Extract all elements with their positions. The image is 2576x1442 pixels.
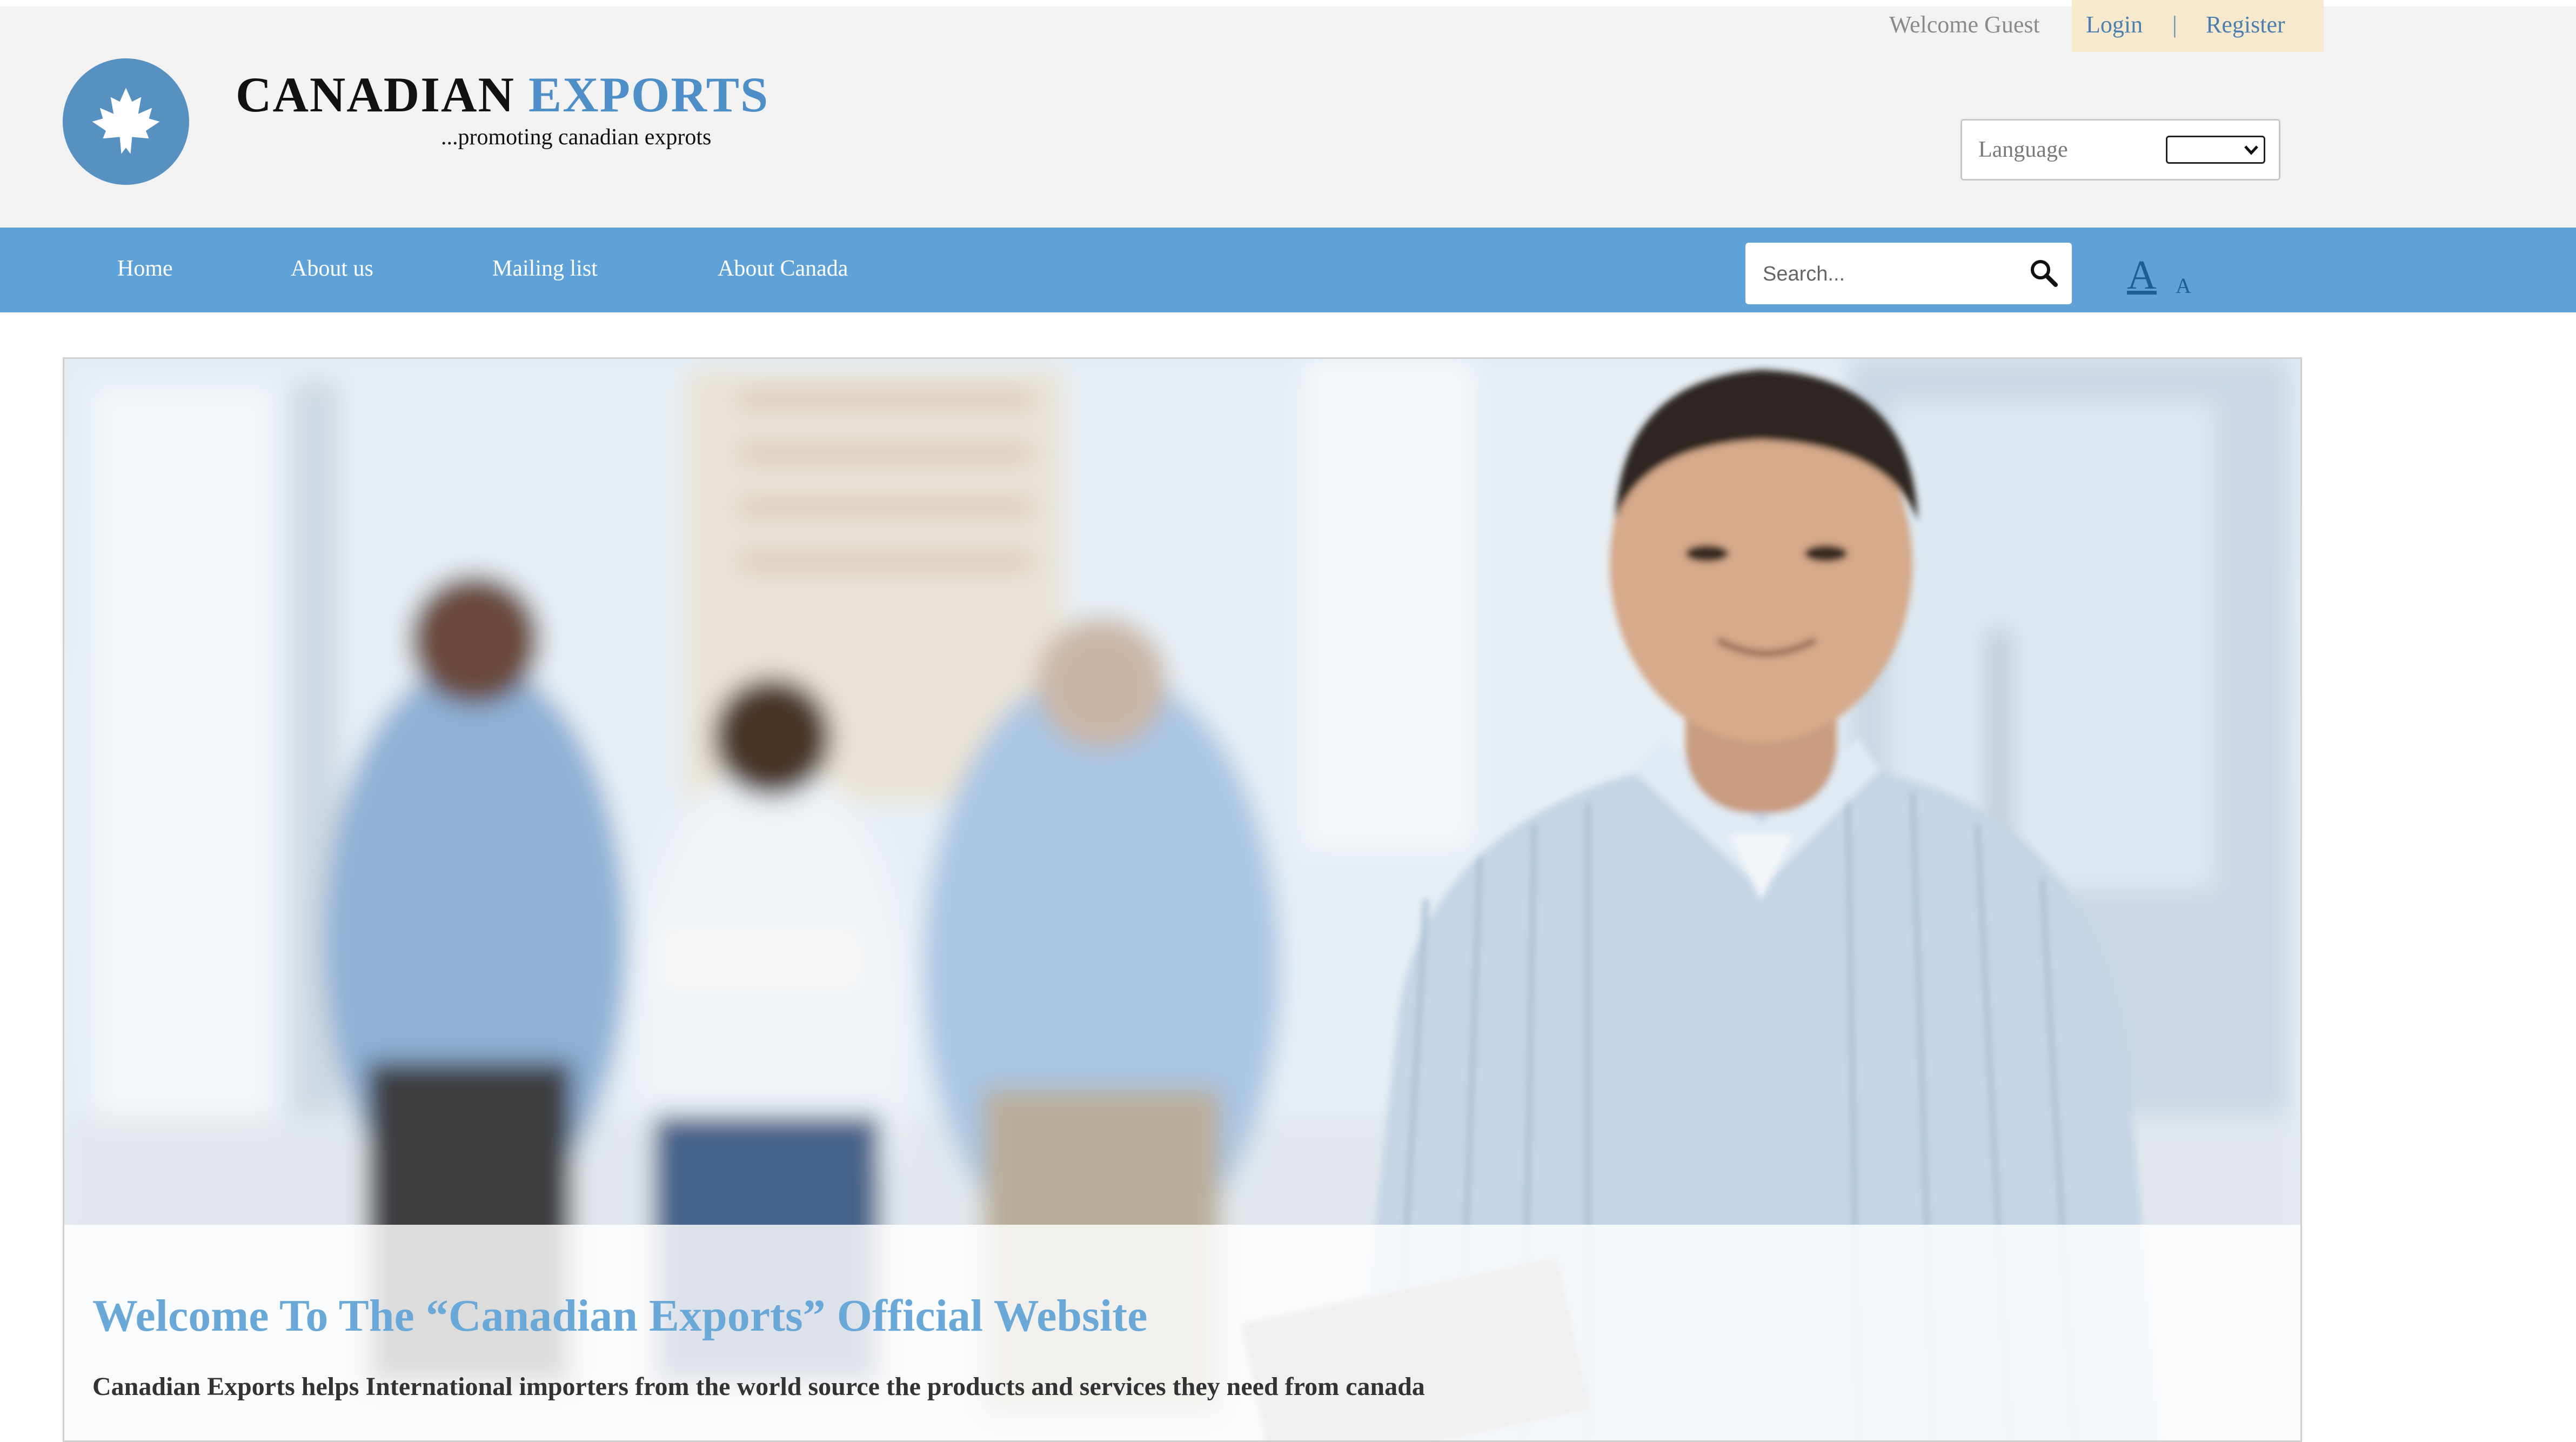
nav-item-about-us[interactable]: About us — [291, 256, 373, 282]
font-size-small-button[interactable]: A — [2176, 275, 2191, 297]
nav-item-about-canada[interactable]: About Canada — [718, 256, 848, 282]
brand-title-part2: EXPORTS — [528, 67, 770, 122]
brand-title-part1: CANADIAN — [236, 67, 515, 122]
search-input[interactable] — [1762, 258, 2023, 290]
chevron-down-icon — [2244, 145, 2258, 155]
language-selector: Language — [1961, 119, 2280, 181]
brand-title: CANADIAN EXPORTS — [236, 66, 769, 123]
brand-tagline: ...promoting canadian exprots — [441, 125, 712, 150]
maple-leaf-icon — [92, 88, 160, 154]
site-logo[interactable] — [63, 58, 189, 185]
language-dropdown[interactable] — [2166, 136, 2265, 164]
font-size-large-button[interactable]: A — [2127, 255, 2157, 296]
link-separator: | — [2172, 11, 2177, 38]
hero-description: Canadian Exports helps International imp… — [92, 1372, 1425, 1401]
hero-banner: Welcome To The “Canadian Exports” Offici… — [63, 357, 2302, 1442]
hero-caption: Welcome To The “Canadian Exports” Offici… — [64, 1225, 2300, 1440]
main-nav: Home About us Mailing list About Canada … — [0, 228, 2576, 312]
search-box — [1745, 243, 2072, 304]
search-icon[interactable] — [2028, 257, 2060, 289]
nav-item-mailing-list[interactable]: Mailing list — [492, 256, 598, 282]
site-header: Welcome Guest Login | Register CANADIAN … — [0, 0, 2576, 228]
welcome-text: Welcome Guest — [1889, 11, 2040, 38]
hero-title: Welcome To The “Canadian Exports” Offici… — [92, 1291, 1148, 1341]
login-link[interactable]: Login — [2086, 11, 2143, 38]
language-label: Language — [1978, 137, 2068, 162]
register-link[interactable]: Register — [2206, 11, 2285, 38]
user-bar: Welcome Guest Login | Register — [1870, 0, 2324, 52]
nav-item-home[interactable]: Home — [117, 256, 173, 282]
